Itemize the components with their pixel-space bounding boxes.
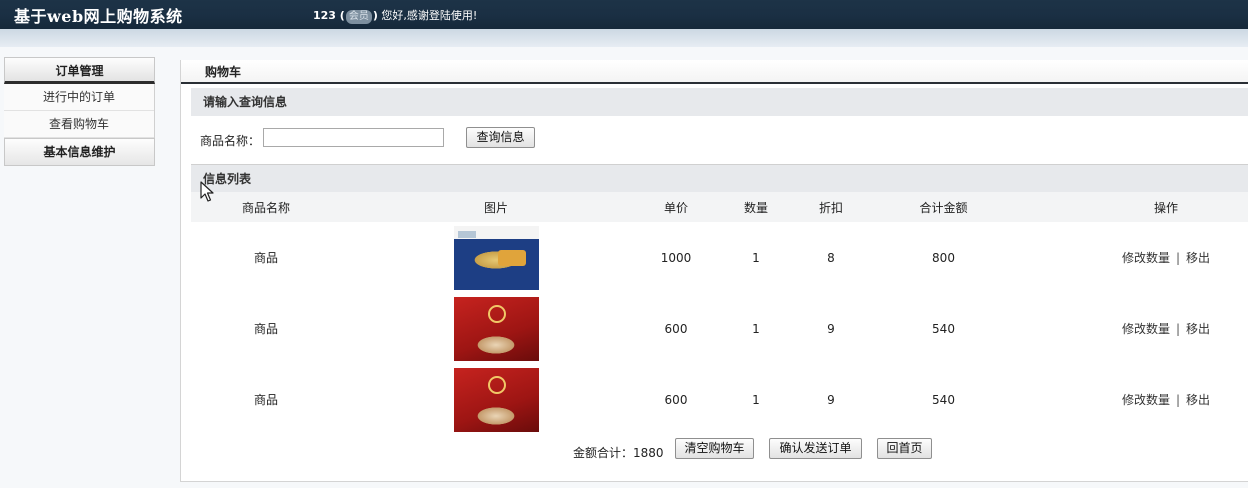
- column-header-total: 合计金额: [919, 200, 968, 215]
- edit-quantity-link[interactable]: 修改数量: [1122, 320, 1170, 337]
- discount: 9: [827, 392, 835, 407]
- edit-quantity-link[interactable]: 修改数量: [1122, 249, 1170, 266]
- home-button[interactable]: 回首页: [877, 438, 932, 459]
- total-amount: 540: [932, 321, 955, 336]
- product-name-input[interactable]: [263, 128, 444, 147]
- row-actions: 修改数量 | 移出: [1091, 222, 1241, 293]
- sidebar-group-order-management[interactable]: 订单管理: [4, 57, 155, 84]
- cart-footer: 金额合计：1880 清空购物车 确认发送订单 回首页: [191, 432, 1248, 464]
- confirm-order-button[interactable]: 确认发送订单: [769, 438, 862, 459]
- column-header-actions: 操作: [1153, 200, 1178, 215]
- top-bar: 基于web网上购物系统 123 (会员) 您好,感谢登陆使用!: [0, 0, 1248, 29]
- unit-price: 600: [664, 392, 688, 407]
- column-header-price: 单价: [663, 200, 688, 215]
- product-image-cell: [441, 222, 551, 293]
- remove-link[interactable]: 移出: [1186, 320, 1210, 337]
- remove-link[interactable]: 移出: [1186, 249, 1210, 266]
- table-header-row: 商品名称 图片 单价 数量 折扣 合计金额 操作: [191, 192, 1248, 222]
- action-separator: |: [1175, 321, 1181, 336]
- app-title: 基于web网上购物系统: [14, 7, 183, 26]
- discount: 8: [827, 250, 835, 265]
- total-amount: 800: [932, 250, 955, 265]
- column-header-qty: 数量: [743, 200, 768, 215]
- row-actions: 修改数量 | 移出: [1091, 293, 1241, 364]
- search-button[interactable]: 查询信息: [466, 127, 535, 148]
- biscuit-tin-image[interactable]: [453, 225, 539, 290]
- gift-box-image[interactable]: [453, 367, 539, 432]
- user-info: 123 (会员) 您好,感谢登陆使用!: [313, 9, 478, 24]
- row-actions: 修改数量 | 移出: [1091, 364, 1241, 435]
- cart-table: 商品名称 图片 单价 数量 折扣 合计金额 操作 商品 1000 1 8 800…: [191, 192, 1248, 435]
- total-sum-label: 金额合计：1880: [573, 446, 664, 460]
- product-image-cell: [441, 293, 551, 364]
- quantity: 1: [752, 321, 760, 336]
- clear-cart-button[interactable]: 清空购物车: [675, 438, 754, 459]
- mouse-cursor-icon: [200, 181, 214, 202]
- greeting-text: 您好,感谢登陆使用!: [381, 9, 478, 22]
- sidebar-item-view-cart[interactable]: 查看购物车: [4, 111, 154, 138]
- remove-link[interactable]: 移出: [1186, 391, 1210, 408]
- sidebar-group-basic-info[interactable]: 基本信息维护: [4, 138, 155, 166]
- product-image-cell: [441, 364, 551, 435]
- list-section-header: 信息列表: [191, 164, 1248, 192]
- sidebar: 订单管理 进行中的订单 查看购物车 基本信息维护: [0, 57, 155, 166]
- table-row: 商品 600 1 9 540 修改数量 | 移出: [191, 364, 1248, 435]
- quantity: 1: [752, 250, 760, 265]
- sidebar-item-ongoing-orders[interactable]: 进行中的订单: [4, 84, 154, 111]
- column-header-image: 图片: [483, 200, 508, 215]
- discount: 9: [827, 321, 835, 336]
- product-name: 商品: [253, 393, 278, 407]
- total-amount: 540: [932, 392, 955, 407]
- quantity: 1: [752, 392, 760, 407]
- edit-quantity-link[interactable]: 修改数量: [1122, 391, 1170, 408]
- unit-price: 1000: [660, 250, 692, 265]
- main-panel: 购物车 请输入查询信息 商品名称： 查询信息 信息列表 商品名称 图片 单价 数…: [180, 60, 1248, 482]
- search-section-header: 请输入查询信息: [191, 88, 1248, 116]
- product-name-label: 商品名称：: [200, 134, 261, 148]
- product-name: 商品: [253, 322, 278, 336]
- product-name: 商品: [253, 251, 278, 265]
- user-name: 123: [313, 9, 336, 22]
- action-separator: |: [1175, 392, 1181, 407]
- search-row: 商品名称： 查询信息: [191, 118, 1248, 158]
- table-row: 商品 1000 1 8 800 修改数量 | 移出: [191, 222, 1248, 293]
- column-header-name: 商品名称: [241, 200, 290, 215]
- action-separator: |: [1175, 250, 1181, 265]
- user-role-badge: 会员: [345, 10, 372, 24]
- sub-header-bar: [0, 29, 1248, 47]
- gift-box-image[interactable]: [453, 296, 539, 361]
- page-title: 购物车: [181, 60, 1248, 84]
- column-header-discount: 折扣: [818, 200, 843, 215]
- table-row: 商品 600 1 9 540 修改数量 | 移出: [191, 293, 1248, 364]
- sidebar-group-order-items: 进行中的订单 查看购物车: [4, 84, 155, 138]
- unit-price: 600: [664, 321, 688, 336]
